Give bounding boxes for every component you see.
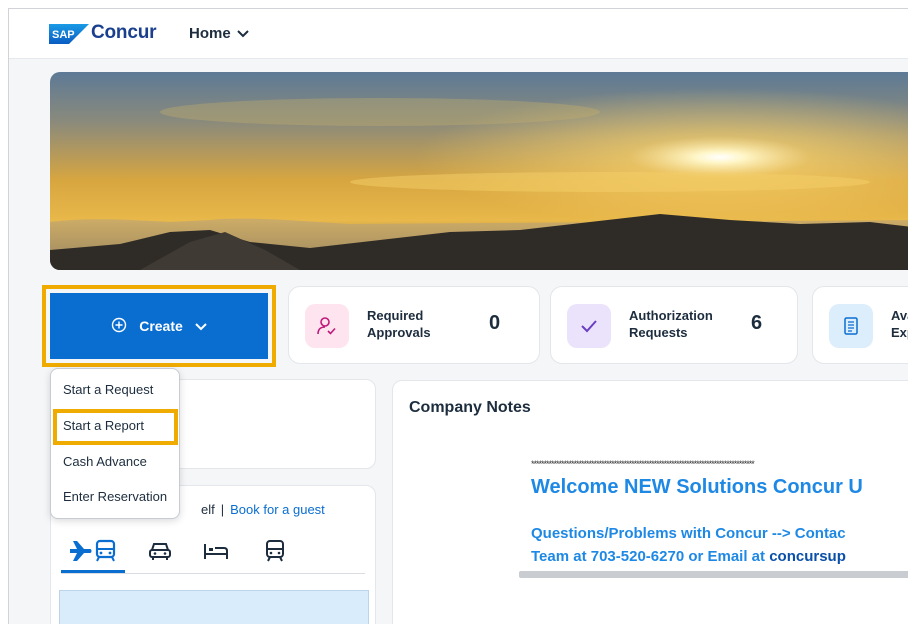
menu-item-start-report[interactable]: Start a Report [63,418,144,433]
travel-search-panel[interactable] [59,590,369,624]
hero-banner [50,72,908,270]
notes-welcome-heading: Welcome NEW Solutions Concur U [531,476,863,498]
tile-count: 0 [489,312,501,334]
company-notes-title: Company Notes [409,399,531,416]
book-for-self-link[interactable]: elf [201,502,215,517]
tile-label: Required Approvals [367,308,431,340]
chevron-down-icon [236,25,249,42]
menu-item-enter-reservation[interactable]: Enter Reservation [63,489,167,504]
booking-links: elf | Book for a guest [201,502,325,517]
rail-icon [265,539,285,568]
checkmark-icon [567,304,611,348]
available-expenses-tile[interactable]: AvaExp [812,286,908,364]
support-email-link[interactable]: concursup [769,548,846,565]
tab-hotel[interactable] [199,534,233,572]
home-menu-label: Home [189,25,231,42]
notes-contact-line-1: Questions/Problems with Concur --> Conta… [531,525,846,542]
authorization-requests-tile[interactable]: Authorization Requests 6 [550,286,798,364]
top-bar: SAP Concur Home [9,9,908,59]
home-menu[interactable]: Home [189,25,249,42]
notes-contact-text: Team at 703-520-6270 or Email at [531,548,770,565]
create-dropdown-menu: Start a Request Start a Report Cash Adva… [50,368,180,519]
required-approvals-tile[interactable]: Required Approvals 0 [288,286,540,364]
separator: | [220,502,225,517]
notes-divider-stars: ****************************************… [531,459,755,469]
tab-car[interactable] [145,534,175,572]
tile-count: 6 [751,312,763,334]
menu-item-cash-advance[interactable]: Cash Advance [63,454,147,469]
tabs-divider [61,573,365,574]
concur-logo[interactable]: SAP Concur [49,22,157,45]
brand-name: Concur [91,22,157,43]
app-frame: SAP Concur Home Create Required Approval… [8,8,908,624]
create-button-label: Create [139,318,183,334]
chevron-down-icon [195,318,207,334]
sap-logo-icon: SAP [49,24,89,44]
svg-text:SAP: SAP [52,29,75,41]
tab-rail[interactable] [261,534,289,572]
create-button[interactable]: Create [50,293,268,359]
tab-flight-train[interactable] [65,534,123,572]
flight-train-icon [68,538,120,569]
tile-label: AvaExp [891,308,908,340]
notes-contact-line-2: Team at 703-520-6270 or Email at concurs… [531,548,846,565]
tile-label: Authorization Requests [629,308,713,340]
person-check-icon [305,304,349,348]
add-circle-icon [111,317,127,336]
company-notes-card: Company Notes **************************… [392,380,908,624]
book-for-guest-link[interactable]: Book for a guest [230,502,325,517]
menu-item-start-request[interactable]: Start a Request [63,382,153,397]
car-icon [148,540,172,567]
receipt-icon [829,304,873,348]
horizontal-scrollbar[interactable] [519,571,908,578]
hotel-icon [203,541,229,566]
